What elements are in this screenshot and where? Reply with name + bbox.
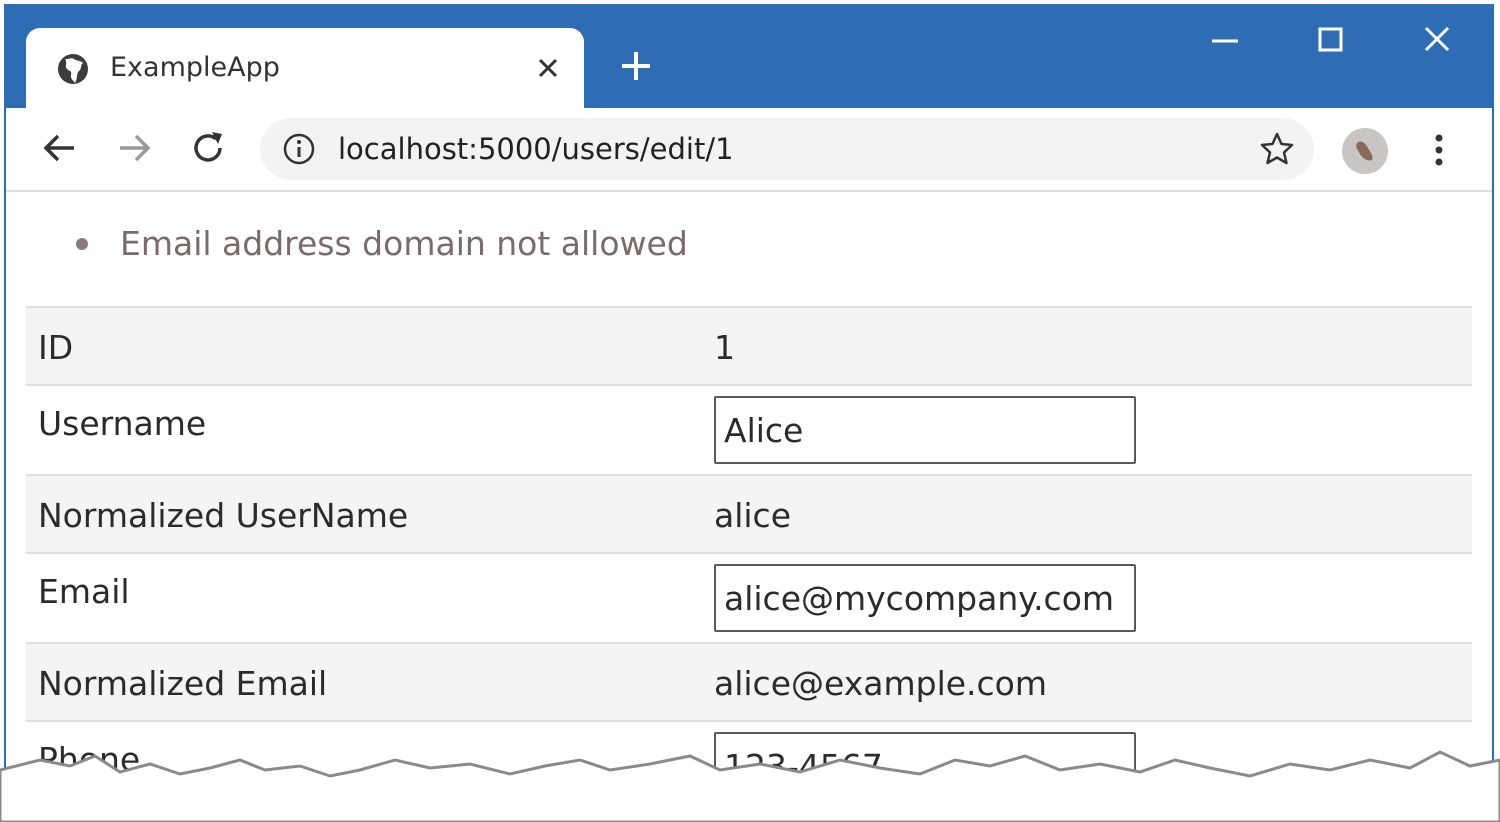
torn-paper-edge [0, 750, 1500, 822]
normalized-email-value: alice@example.com [714, 664, 1048, 703]
row-label: Normalized Email [38, 664, 328, 703]
url-text[interactable]: localhost:5000/users/edit/1 [338, 130, 734, 168]
row-label-cell: Username [26, 384, 714, 475]
table-row: Normalized Email alice@example.com [26, 642, 1472, 721]
browser-tab[interactable]: ExampleApp [26, 28, 584, 110]
email-input[interactable] [714, 564, 1136, 632]
profile-silhouette-icon [1356, 141, 1373, 161]
browser-toolbar: localhost:5000/users/edit/1 [6, 108, 1492, 192]
bullet-icon [76, 238, 88, 250]
table-row: Normalized UserName alice [26, 474, 1472, 553]
title-bar: ExampleApp [6, 6, 1492, 110]
row-value-cell: alice [714, 474, 1472, 553]
address-bar[interactable]: localhost:5000/users/edit/1 [260, 118, 1314, 180]
row-label-cell: Email [26, 552, 714, 643]
back-arrow-icon[interactable] [40, 128, 80, 168]
tab-title: ExampleApp [110, 52, 280, 83]
row-value-cell: 1 [714, 306, 1472, 385]
row-label-cell: Normalized Email [26, 642, 714, 721]
avatar-icon[interactable] [1342, 128, 1388, 174]
validation-summary: Email address domain not allowed [76, 222, 688, 266]
row-value-cell [714, 384, 1472, 475]
row-label: Username [38, 404, 207, 443]
globe-icon [58, 54, 88, 84]
window-close-icon[interactable] [1412, 20, 1462, 60]
normalized-username-value: alice [714, 496, 792, 535]
row-label-cell: Normalized UserName [26, 474, 714, 553]
row-label-cell: ID [26, 306, 714, 385]
reload-icon[interactable] [188, 128, 228, 168]
minimize-icon[interactable] [1200, 20, 1250, 60]
row-value-cell: alice@example.com [714, 642, 1472, 721]
row-label: ID [38, 328, 74, 367]
browser-window: ExampleApp localhost:5000/users/edit/1 E… [4, 4, 1494, 822]
id-value: 1 [714, 328, 735, 367]
validation-error-text: Email address domain not allowed [120, 224, 688, 263]
username-input[interactable] [714, 396, 1136, 464]
row-label: Normalized UserName [38, 496, 409, 535]
row-label: Email [38, 572, 130, 611]
table-row: ID 1 [26, 306, 1472, 385]
forward-arrow-icon[interactable] [114, 128, 154, 168]
info-icon[interactable] [282, 132, 316, 166]
table-row: Username [26, 384, 1472, 475]
maximize-icon[interactable] [1306, 20, 1356, 60]
page-content: Email address domain not allowed ID 1 Us… [6, 192, 1492, 822]
validation-error: Email address domain not allowed [76, 222, 688, 266]
close-icon[interactable] [530, 50, 566, 86]
star-icon[interactable] [1258, 130, 1296, 168]
table-row: Email [26, 552, 1472, 643]
row-value-cell [714, 552, 1472, 643]
plus-icon[interactable] [616, 46, 656, 86]
vertical-dots-icon[interactable] [1424, 130, 1454, 170]
